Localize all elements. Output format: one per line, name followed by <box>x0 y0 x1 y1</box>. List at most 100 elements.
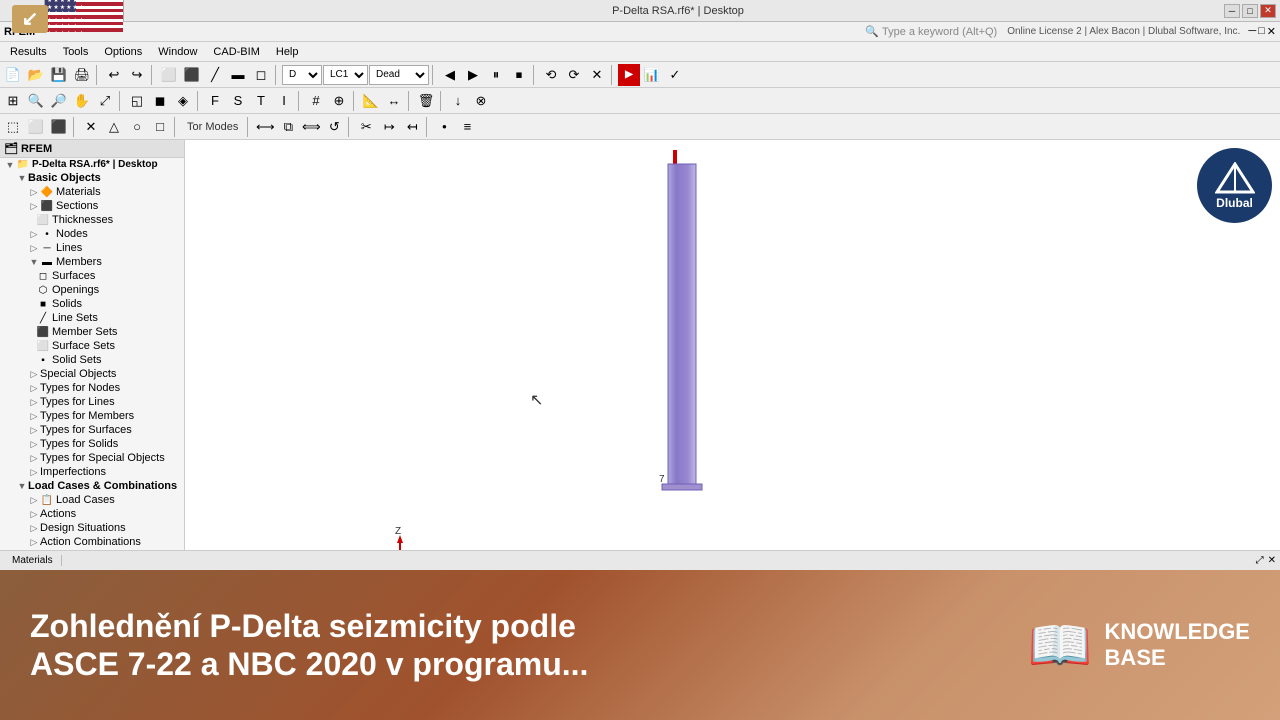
tb-zoom-out-btn[interactable]: 🔎 <box>48 90 70 112</box>
tb-rotate-left-btn[interactable]: ⟲ <box>540 64 562 86</box>
minimize-button[interactable]: ─ <box>1224 4 1240 18</box>
tb-redo-btn[interactable]: ↪ <box>126 64 148 86</box>
tb-isometric-view[interactable]: I <box>273 90 295 112</box>
menu-window[interactable]: Window <box>150 44 205 60</box>
tb-stop-btn[interactable]: ⏹ <box>508 64 530 86</box>
tb-side-view[interactable]: S <box>227 90 249 112</box>
sidebar-item-types-members[interactable]: ▷ Types for Members <box>0 409 184 423</box>
menu-options[interactable]: Options <box>96 44 150 60</box>
sidebar-item-load-cases-sub[interactable]: ▷ 📋 Load Cases <box>0 493 184 507</box>
tb-check-btn[interactable]: ✓ <box>664 64 686 86</box>
tb-dimension-btn[interactable]: ↔ <box>383 90 405 112</box>
sidebar-item-types-lines[interactable]: ▷ Types for Lines <box>0 395 184 409</box>
sidebar-item-member-sets[interactable]: ⬛ Member Sets <box>0 325 184 339</box>
sidebar-item-materials[interactable]: ▷ 🔶 Materials <box>0 185 184 199</box>
tb-triangle-btn[interactable]: △ <box>103 116 125 138</box>
tb-pan-btn[interactable]: ✋ <box>71 90 93 112</box>
expand-icon-status[interactable]: ⤢ <box>1256 555 1264 566</box>
maximize-button[interactable]: □ <box>1242 4 1258 18</box>
sidebar-item-sections[interactable]: ▷ ⬛ Sections <box>0 199 184 213</box>
topbar-min-button[interactable]: ─ <box>1248 25 1256 38</box>
tb-select-all-btn[interactable]: ⬚ <box>2 116 24 138</box>
sidebar-item-thicknesses[interactable]: ⬜ Thicknesses <box>0 213 184 227</box>
sidebar-item-types-surfaces[interactable]: ▷ Types for Surfaces <box>0 423 184 437</box>
lc-dropdown[interactable]: LC1 <box>323 65 368 85</box>
tb-solid-btn[interactable]: ◼ <box>149 90 171 112</box>
viewport[interactable]: 7 Z x <box>185 140 1280 550</box>
sidebar-item-design-situations[interactable]: ▷ Design Situations <box>0 521 184 535</box>
sidebar-item-nodes[interactable]: ▷ • Nodes <box>0 227 184 241</box>
close-button[interactable]: ✕ <box>1260 4 1276 18</box>
close-panel-icon[interactable]: ✕ <box>1268 555 1276 566</box>
tb-run-btn[interactable]: ▶ <box>618 64 640 86</box>
sidebar-item-basic-objects[interactable]: ▼ Basic Objects <box>0 171 184 185</box>
sidebar-item-action-combinations[interactable]: ▷ Action Combinations <box>0 535 184 549</box>
topbar-close-button[interactable]: ✕ <box>1267 25 1276 38</box>
tb-save-btn[interactable]: 💾 <box>48 64 70 86</box>
tb-deselect-btn[interactable]: ⬜ <box>25 116 47 138</box>
sidebar-file-item[interactable]: ▼ 📁 P-Delta RSA.rf6* | Desktop <box>0 158 184 171</box>
tb-rotate-right-btn[interactable]: ⟳ <box>563 64 585 86</box>
sidebar-item-surface-sets[interactable]: ⬜ Surface Sets <box>0 339 184 353</box>
window-controls[interactable]: ─ □ ✕ <box>1224 4 1276 18</box>
tb-square-btn[interactable]: □ <box>149 116 171 138</box>
tb-invert-btn[interactable]: ⬛ <box>48 116 70 138</box>
tb-node-btn[interactable]: ⬛ <box>181 64 203 86</box>
tb-circle-btn[interactable]: ○ <box>126 116 148 138</box>
sidebar-item-special-objects[interactable]: ▷ Special Objects <box>0 367 184 381</box>
tb-undo-btn[interactable]: ↩ <box>103 64 125 86</box>
sidebar-item-load-cases-comb[interactable]: ▼ Load Cases & Combinations <box>0 479 184 493</box>
tb-select-btn[interactable]: ⬜ <box>158 64 180 86</box>
sidebar-item-members[interactable]: ▼ ▬ Members <box>0 255 184 269</box>
tb-cross-btn[interactable]: ✕ <box>80 116 102 138</box>
tb-cancel-btn[interactable]: ✕ <box>586 64 608 86</box>
tb-rotate3d-btn[interactable]: ↺ <box>323 116 345 138</box>
tb-copy-btn[interactable]: ⧉ <box>277 116 299 138</box>
tb-play-fwd-btn[interactable]: ▶ <box>462 64 484 86</box>
sidebar-item-types-nodes[interactable]: ▷ Types for Nodes <box>0 381 184 395</box>
menu-results[interactable]: Results <box>2 44 55 60</box>
tb-open-btn[interactable]: 📂 <box>25 64 47 86</box>
sidebar-item-surfaces[interactable]: ◻ Surfaces <box>0 269 184 283</box>
tb-mirror-btn[interactable]: ⟺ <box>300 116 322 138</box>
tb-view-btn[interactable]: ⊞ <box>2 90 24 112</box>
sidebar-item-line-sets[interactable]: ╱ Line Sets <box>0 311 184 325</box>
sidebar-item-lines[interactable]: ▷ ─ Lines <box>0 241 184 255</box>
menu-cad-bim[interactable]: CAD-BIM <box>205 44 267 60</box>
tb-trim-btn[interactable]: ↤ <box>401 116 423 138</box>
sidebar-item-solids[interactable]: ■ Solids <box>0 297 184 311</box>
sidebar-item-imperfections[interactable]: ▷ Imperfections <box>0 465 184 479</box>
tb-measure-btn[interactable]: 📐 <box>360 90 382 112</box>
tb-play-back-btn[interactable]: ◀ <box>439 64 461 86</box>
mode-dropdown[interactable]: D <box>282 65 322 85</box>
tb-results-btn[interactable]: 📊 <box>641 64 663 86</box>
tb-print-btn[interactable]: 🖨 <box>71 64 93 86</box>
tb-new-btn[interactable]: 📄 <box>2 64 24 86</box>
tb-front-view[interactable]: F <box>204 90 226 112</box>
tb-grid-btn[interactable]: # <box>305 90 327 112</box>
tb-bc-btn[interactable]: ⊗ <box>470 90 492 112</box>
menu-help[interactable]: Help <box>268 44 307 60</box>
tb-extend-btn[interactable]: ↦ <box>378 116 400 138</box>
sidebar-item-actions[interactable]: ▷ Actions <box>0 507 184 521</box>
tb-wireframe-btn[interactable]: ◱ <box>126 90 148 112</box>
tb-delete-btn[interactable]: 🗑 <box>415 90 437 112</box>
tb-move-btn[interactable]: ⟷ <box>254 116 276 138</box>
tb-point-btn[interactable]: • <box>433 116 455 138</box>
tb-cut-btn[interactable]: ✂ <box>355 116 377 138</box>
tb-render-btn[interactable]: ◈ <box>172 90 194 112</box>
menu-tools[interactable]: Tools <box>55 44 97 60</box>
tb-align-btn[interactable]: ≡ <box>456 116 478 138</box>
tb-pause-btn[interactable]: ⏸ <box>485 64 507 86</box>
sidebar-item-openings[interactable]: ⬡ Openings <box>0 283 184 297</box>
sidebar-item-types-solids[interactable]: ▷ Types for Solids <box>0 437 184 451</box>
topbar-max-button[interactable]: □ <box>1258 25 1265 38</box>
tb-zoom-in-btn[interactable]: 🔍 <box>25 90 47 112</box>
sidebar-item-types-special[interactable]: ▷ Types for Special Objects <box>0 451 184 465</box>
tb-member-btn[interactable]: ▬ <box>227 64 249 86</box>
tb-line-btn[interactable]: ╱ <box>204 64 226 86</box>
tb-snap-btn[interactable]: ⊕ <box>328 90 350 112</box>
tb-top-view[interactable]: T <box>250 90 272 112</box>
dead-dropdown[interactable]: Dead <box>369 65 429 85</box>
tb-fit-btn[interactable]: ⤢ <box>94 90 116 112</box>
